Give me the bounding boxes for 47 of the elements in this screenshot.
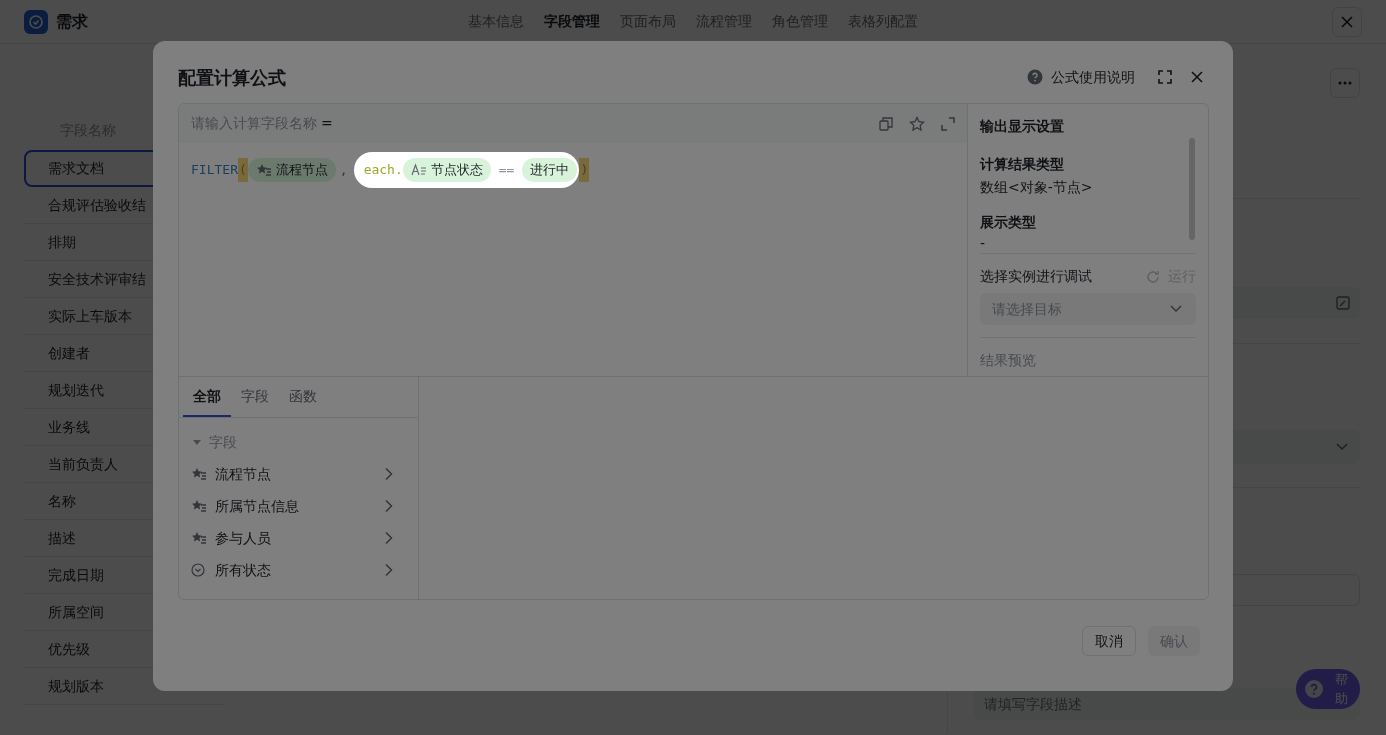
list-star-icon [191,531,207,545]
tab[interactable]: 全部 [183,377,231,417]
app-title: 需求 [56,10,88,33]
operator-token: == [498,161,515,180]
chevron-right-icon [384,563,394,577]
close-icon[interactable] [1189,69,1205,85]
field-label: 展示类型 [980,213,1037,232]
check-circle-icon [191,563,207,577]
chevron-right-icon [384,531,394,545]
nav-tab[interactable]: 字段管理 [534,11,610,32]
value-token: 进行中 [522,158,578,182]
edit-icon [1336,296,1350,310]
equals-sign: = [321,114,333,133]
fullscreen-icon[interactable] [1157,69,1173,85]
more-button[interactable] [1330,68,1360,98]
close-button[interactable] [1332,6,1362,37]
field-label: 选择实例进行调试 [980,267,1092,286]
tab[interactable]: 字段 [231,377,279,417]
field-token: 流程节点 [247,158,336,182]
field-value: - [980,235,987,251]
close-icon [1339,13,1355,30]
list-star-icon [191,467,207,481]
comma-token: , [339,161,348,180]
field-label: 计算结果类型 [980,155,1065,174]
caret-down-icon [193,438,201,446]
field-token: 节点状态 [402,158,491,182]
star-icon[interactable] [909,115,925,132]
chevron-right-icon [384,499,394,513]
list-star-icon [191,499,207,513]
cancel-button[interactable]: 取消 [1082,626,1136,656]
help-link[interactable]: 公式使用说明 [1027,66,1135,88]
list-star-icon [255,163,272,177]
dialog-title: 配置计算公式 [178,65,286,90]
refresh-icon [1146,269,1160,284]
parenthesis-token: ) [579,158,590,182]
copy-icon[interactable] [879,116,893,131]
keyword-token: each. [363,161,403,180]
help-icon [1304,679,1324,699]
tab[interactable]: 函数 [279,377,327,417]
expand-icon[interactable] [941,116,955,131]
logo-icon [24,9,48,34]
section-title: 输出显示设置 [980,117,1065,136]
text-field-icon [410,163,427,177]
field-value: 数组<对象-节点> [980,178,1094,197]
help-icon [1027,69,1043,85]
parenthesis-token: ( [237,158,248,182]
chevron-right-icon [384,467,394,481]
